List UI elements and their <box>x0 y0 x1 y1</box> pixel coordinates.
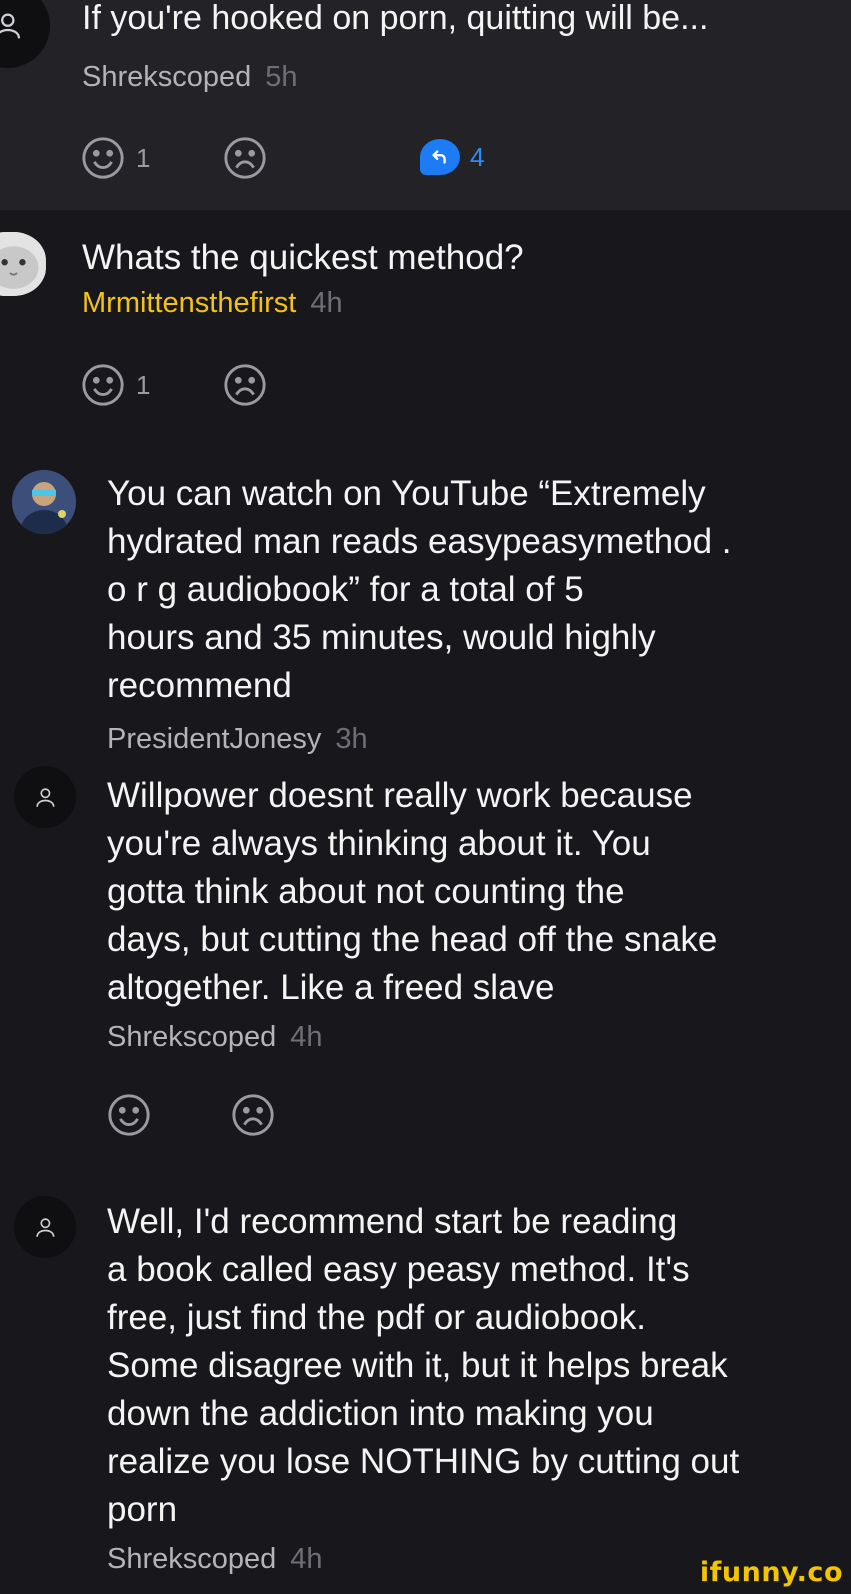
post-smile-count: 1 <box>136 142 151 173</box>
user-placeholder-icon <box>35 1217 55 1237</box>
comment-4-line: free, just find the pdf or audiobook. <box>107 1298 646 1337</box>
comment-4-author[interactable]: Shrekscoped <box>107 1543 276 1575</box>
ifunny-watermark: ifunny.co <box>699 1557 843 1588</box>
comment-1-avatar[interactable] <box>0 232 46 296</box>
comment-3-line: Willpower doesnt really work because <box>107 776 693 815</box>
comment-4-line: a book called easy peasy method. It's <box>107 1250 690 1289</box>
post-time: 5h <box>265 61 298 93</box>
post-smile-button[interactable]: 1 <box>80 135 150 181</box>
comment-4-line: Well, I'd recommend start be reading <box>107 1202 678 1241</box>
comment-3-meta: Shrekscoped 4h <box>107 1020 323 1054</box>
comment-4-text: Well, I'd recommend start be reading a b… <box>107 1198 739 1534</box>
post-title[interactable]: If you're hooked on porn, quitting will … <box>82 0 708 38</box>
comment-3-smile-button[interactable] <box>106 1092 152 1138</box>
comment-1-frown-button[interactable] <box>222 362 268 408</box>
person-photo-avatar-icon <box>12 470 76 534</box>
post-meta: Shrekscoped 5h <box>82 60 298 94</box>
comment-1-time: 4h <box>310 287 343 319</box>
reply-icon <box>420 139 460 175</box>
smile-icon <box>82 364 124 406</box>
comment-2-author[interactable]: PresidentJonesy <box>107 723 321 755</box>
comment-2-meta: PresidentJonesy 3h <box>107 722 368 756</box>
comment-3-frown-button[interactable] <box>230 1092 276 1138</box>
comment-4-line: down the addiction into making you <box>107 1394 654 1433</box>
comment-3-line: days, but cutting the head off the snake <box>107 920 718 959</box>
user-placeholder-icon <box>35 787 55 807</box>
comment-4-line: Some disagree with it, but it helps brea… <box>107 1346 728 1385</box>
post-replies-count: 4 <box>470 141 485 172</box>
comment-4-time: 4h <box>290 1543 323 1575</box>
user-placeholder-icon <box>0 13 21 39</box>
comment-4-meta: Shrekscoped 4h <box>107 1542 323 1576</box>
comment-1-meta: Mrmittensthefirst 4h <box>82 286 343 320</box>
comment-1-smile-button[interactable]: 1 <box>80 362 150 408</box>
comment-4-line: realize you lose NOTHING by cutting out <box>107 1442 740 1481</box>
comment-4-line: porn <box>107 1490 178 1529</box>
post-author[interactable]: Shrekscoped <box>82 61 251 93</box>
comment-3-time: 4h <box>290 1021 323 1053</box>
comment-1-author[interactable]: Mrmittensthefirst <box>82 287 296 319</box>
comment-3-line: gotta think about not counting the <box>107 872 625 911</box>
comment-3-text: Willpower doesnt really work because you… <box>107 772 717 1012</box>
comment-2-line: hours and 35 minutes, would highly <box>107 618 656 657</box>
comment-4-avatar[interactable] <box>14 1196 76 1258</box>
post-replies-button[interactable]: 4 <box>420 139 484 175</box>
comment-2-line: hydrated man reads easypeasymethod . <box>107 522 732 561</box>
comment-3-avatar[interactable] <box>14 766 76 828</box>
comment-3-line: altogether. Like a freed slave <box>107 968 555 1007</box>
post-frown-button[interactable] <box>222 135 268 181</box>
comment-1-smile-count: 1 <box>136 369 151 400</box>
comment-2-avatar[interactable] <box>12 470 76 534</box>
cat-avatar-icon <box>0 232 46 296</box>
comment-2-time: 3h <box>335 723 368 755</box>
comment-2-text: You can watch on YouTube “Extremely hydr… <box>107 470 732 710</box>
smile-icon <box>82 137 124 179</box>
frown-icon <box>224 364 266 406</box>
comment-2-line: o r g audiobook” for a total of 5 <box>107 570 584 609</box>
comment-2-line: You can watch on YouTube “Extremely <box>107 474 706 513</box>
frown-icon <box>224 137 266 179</box>
frown-icon <box>232 1094 274 1136</box>
comment-3-author[interactable]: Shrekscoped <box>107 1021 276 1053</box>
comment-2-line: recommend <box>107 666 292 705</box>
comment-3-line: you're always thinking about it. You <box>107 824 651 863</box>
smile-icon <box>108 1094 150 1136</box>
comment-1-text: Whats the quickest method? <box>82 238 524 277</box>
